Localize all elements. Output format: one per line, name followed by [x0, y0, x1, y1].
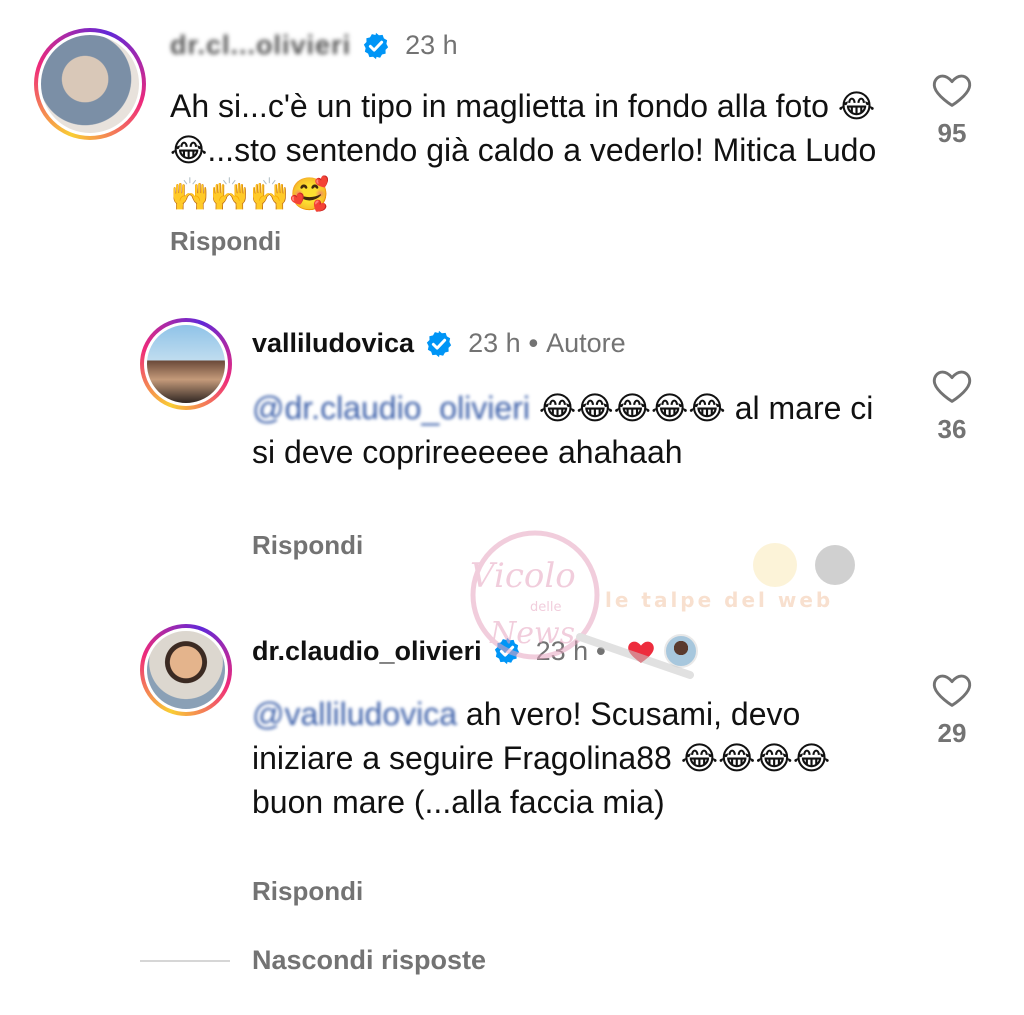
like-count: 95: [937, 118, 967, 148]
comment-header: dr.claudio_olivieri 23 h •: [252, 634, 698, 668]
comment-text: @dr.claudio_olivieri 😂😂😂😂😂 al mare ci si…: [252, 386, 892, 474]
watermark-title: Vicolo: [470, 556, 576, 596]
author-badge: Autore: [546, 328, 626, 358]
username[interactable]: valliludovica: [252, 328, 414, 359]
mention-link[interactable]: @dr.claudio_olivieri: [252, 390, 530, 426]
watermark-sub: delle: [530, 600, 561, 615]
like-count: 29: [937, 718, 967, 748]
timestamp: 23 h: [405, 30, 458, 60]
reply-button[interactable]: Rispondi: [252, 530, 363, 561]
comment-header: valliludovica 23 h • Autore: [252, 328, 626, 359]
thread-divider: [140, 959, 230, 962]
author-avatar: [663, 634, 698, 668]
like-button[interactable]: 36: [922, 366, 982, 445]
timestamp: 23 h: [535, 635, 589, 666]
avatar[interactable]: [140, 624, 232, 716]
username[interactable]: dr.cl...olivieri: [170, 30, 351, 61]
watermark-tagline: le talpe del web: [605, 588, 833, 612]
watermark: Vicolo delle News le talpe del web: [470, 530, 855, 679]
heart-icon: [932, 370, 972, 403]
timestamp: 23 h: [468, 328, 521, 358]
like-count: 36: [937, 414, 967, 444]
hide-replies-label: Nascondi risposte: [252, 945, 487, 975]
heart-icon: [932, 674, 972, 707]
author-liked-heart-icon: [627, 641, 654, 663]
comment-text: @valliludovica ah vero! Scusami, devo in…: [252, 692, 892, 824]
mention-link[interactable]: @valliludovica: [252, 696, 457, 732]
hide-replies-button[interactable]: Nascondi risposte: [140, 945, 486, 976]
comment-text: Ah si...c'è un tipo in maglietta in fond…: [170, 88, 877, 212]
reply-button[interactable]: Rispondi: [252, 876, 363, 907]
like-button[interactable]: 95: [922, 70, 982, 149]
verified-badge-icon: [494, 637, 519, 665]
reply-button[interactable]: Rispondi: [170, 226, 281, 257]
username[interactable]: dr.claudio_olivieri: [252, 636, 482, 667]
verified-badge-icon: [363, 32, 389, 59]
avatar[interactable]: [34, 28, 146, 140]
separator-dot: •: [528, 328, 539, 358]
comment-header: dr.cl...olivieri 23 h: [170, 30, 458, 61]
separator-dot: •: [596, 635, 606, 666]
verified-badge-icon: [426, 330, 452, 357]
comments-thread: dr.cl...olivieri 23 h Ah si...c'è un tip…: [0, 0, 1024, 1015]
like-button[interactable]: 29: [922, 670, 982, 749]
avatar[interactable]: [140, 318, 232, 410]
heart-icon: [932, 74, 972, 107]
